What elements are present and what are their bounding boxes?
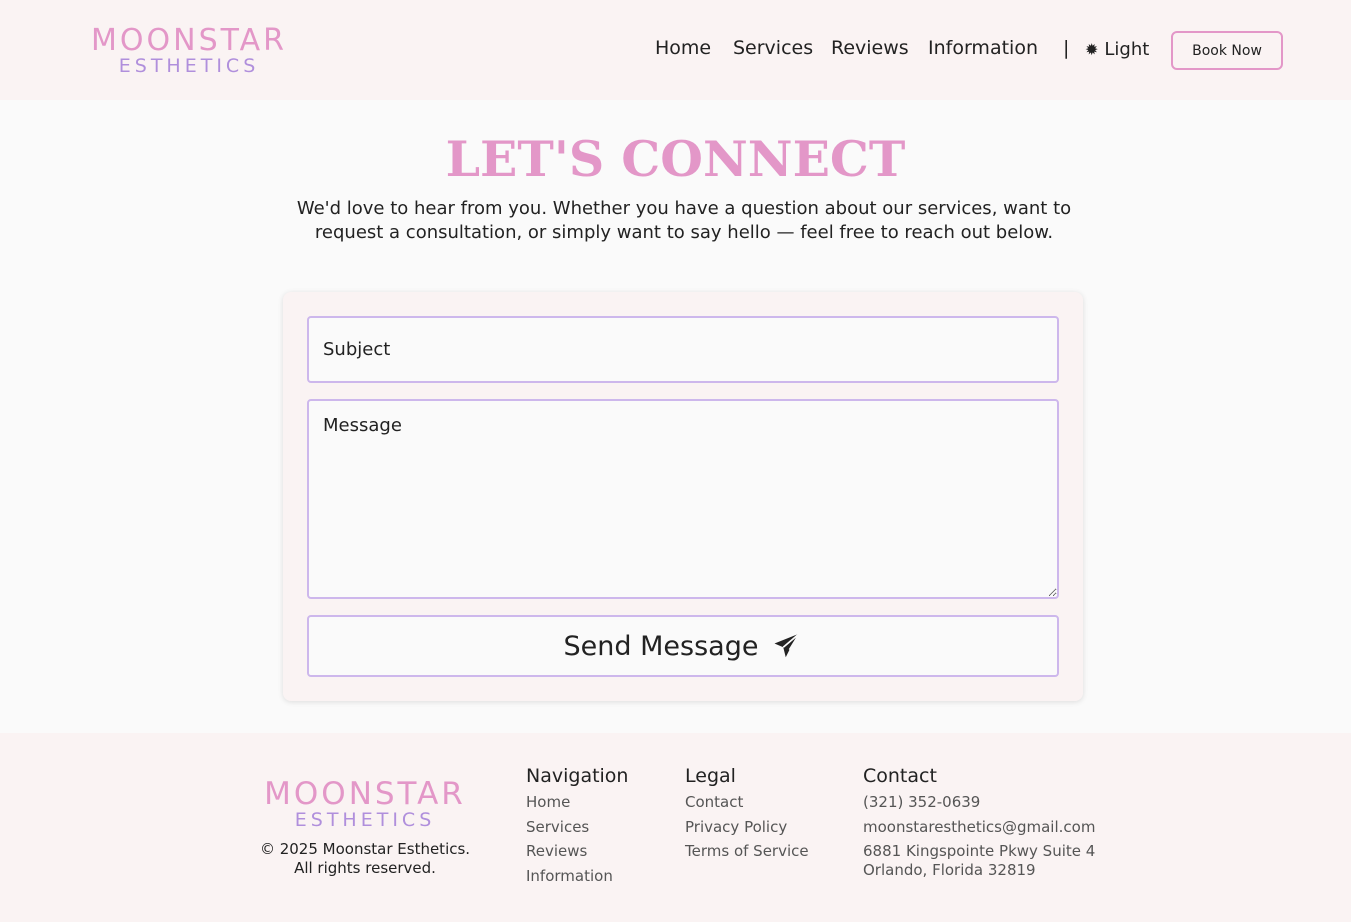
nav-separator: | [1063,37,1070,59]
logo-wordmark: MOONSTAR [91,23,287,58]
send-message-button[interactable]: Send Message [307,615,1059,677]
footer-logo[interactable]: MOONSTAR ESTHETICS [254,779,476,830]
footer-logo-subtitle: ESTHETICS [294,809,436,831]
copyright-line-1: © 2025 Moonstar Esthetics. [259,840,471,858]
site-footer: MOONSTAR ESTHETICS © 2025 Moonstar Esthe… [0,733,1351,922]
footer-email-link[interactable]: moonstaresthetics@gmail.com [863,818,1095,837]
footer-link-home[interactable]: Home [526,793,628,812]
sun-icon: ✹ [1085,40,1099,59]
footer-nav-heading: Navigation [526,765,629,787]
copyright-line-2: All rights reserved. [294,859,436,877]
header-logo[interactable]: MOONSTAR ESTHETICS [84,26,294,76]
footer-legal-heading: Legal [685,765,736,787]
footer-link-information[interactable]: Information [526,867,628,886]
footer-contact: Contact (321) 352-0639 moonstaresthetics… [863,765,1095,880]
footer-link-contact[interactable]: Contact [685,793,809,812]
copyright: © 2025 Moonstar Esthetics. All rights re… [240,840,490,878]
message-textarea[interactable] [307,399,1059,599]
footer-phone-link[interactable]: (321) 352-0639 [863,793,1095,812]
nav-reviews[interactable]: Reviews [831,37,909,59]
footer-logo-wordmark: MOONSTAR [264,776,466,812]
footer-link-services[interactable]: Services [526,818,628,837]
footer-contact-heading: Contact [863,765,937,787]
site-header: MOONSTAR ESTHETICS Home Services Reviews… [0,0,1351,100]
theme-toggle[interactable]: ✹ Light [1085,39,1149,60]
nav-information[interactable]: Information [928,37,1038,59]
footer-link-privacy-policy[interactable]: Privacy Policy [685,818,809,837]
contact-form-card: Send Message [283,292,1083,701]
footer-address-line-2: Orlando, Florida 32819 [863,861,1036,880]
nav-services[interactable]: Services [733,37,813,59]
nav-home[interactable]: Home [655,37,711,59]
page-title: LET'S CONNECT [445,130,906,188]
intro-text: We'd love to hear from you. Whether you … [296,198,1072,243]
theme-label: Light [1104,39,1150,60]
paper-plane-icon [774,632,801,658]
footer-navigation: Navigation Home Services Reviews Informa… [526,765,628,891]
footer-legal: Legal Contact Privacy Policy Terms of Se… [685,765,809,867]
footer-link-reviews[interactable]: Reviews [526,842,628,861]
book-now-button[interactable]: Book Now [1171,31,1283,70]
subject-input[interactable] [307,316,1059,383]
footer-address-line-1: 6881 Kingspointe Pkwy Suite 4 [863,842,1096,861]
logo-subtitle: ESTHETICS [118,55,260,77]
send-message-label: Send Message [563,630,759,662]
footer-link-terms[interactable]: Terms of Service [685,842,809,861]
